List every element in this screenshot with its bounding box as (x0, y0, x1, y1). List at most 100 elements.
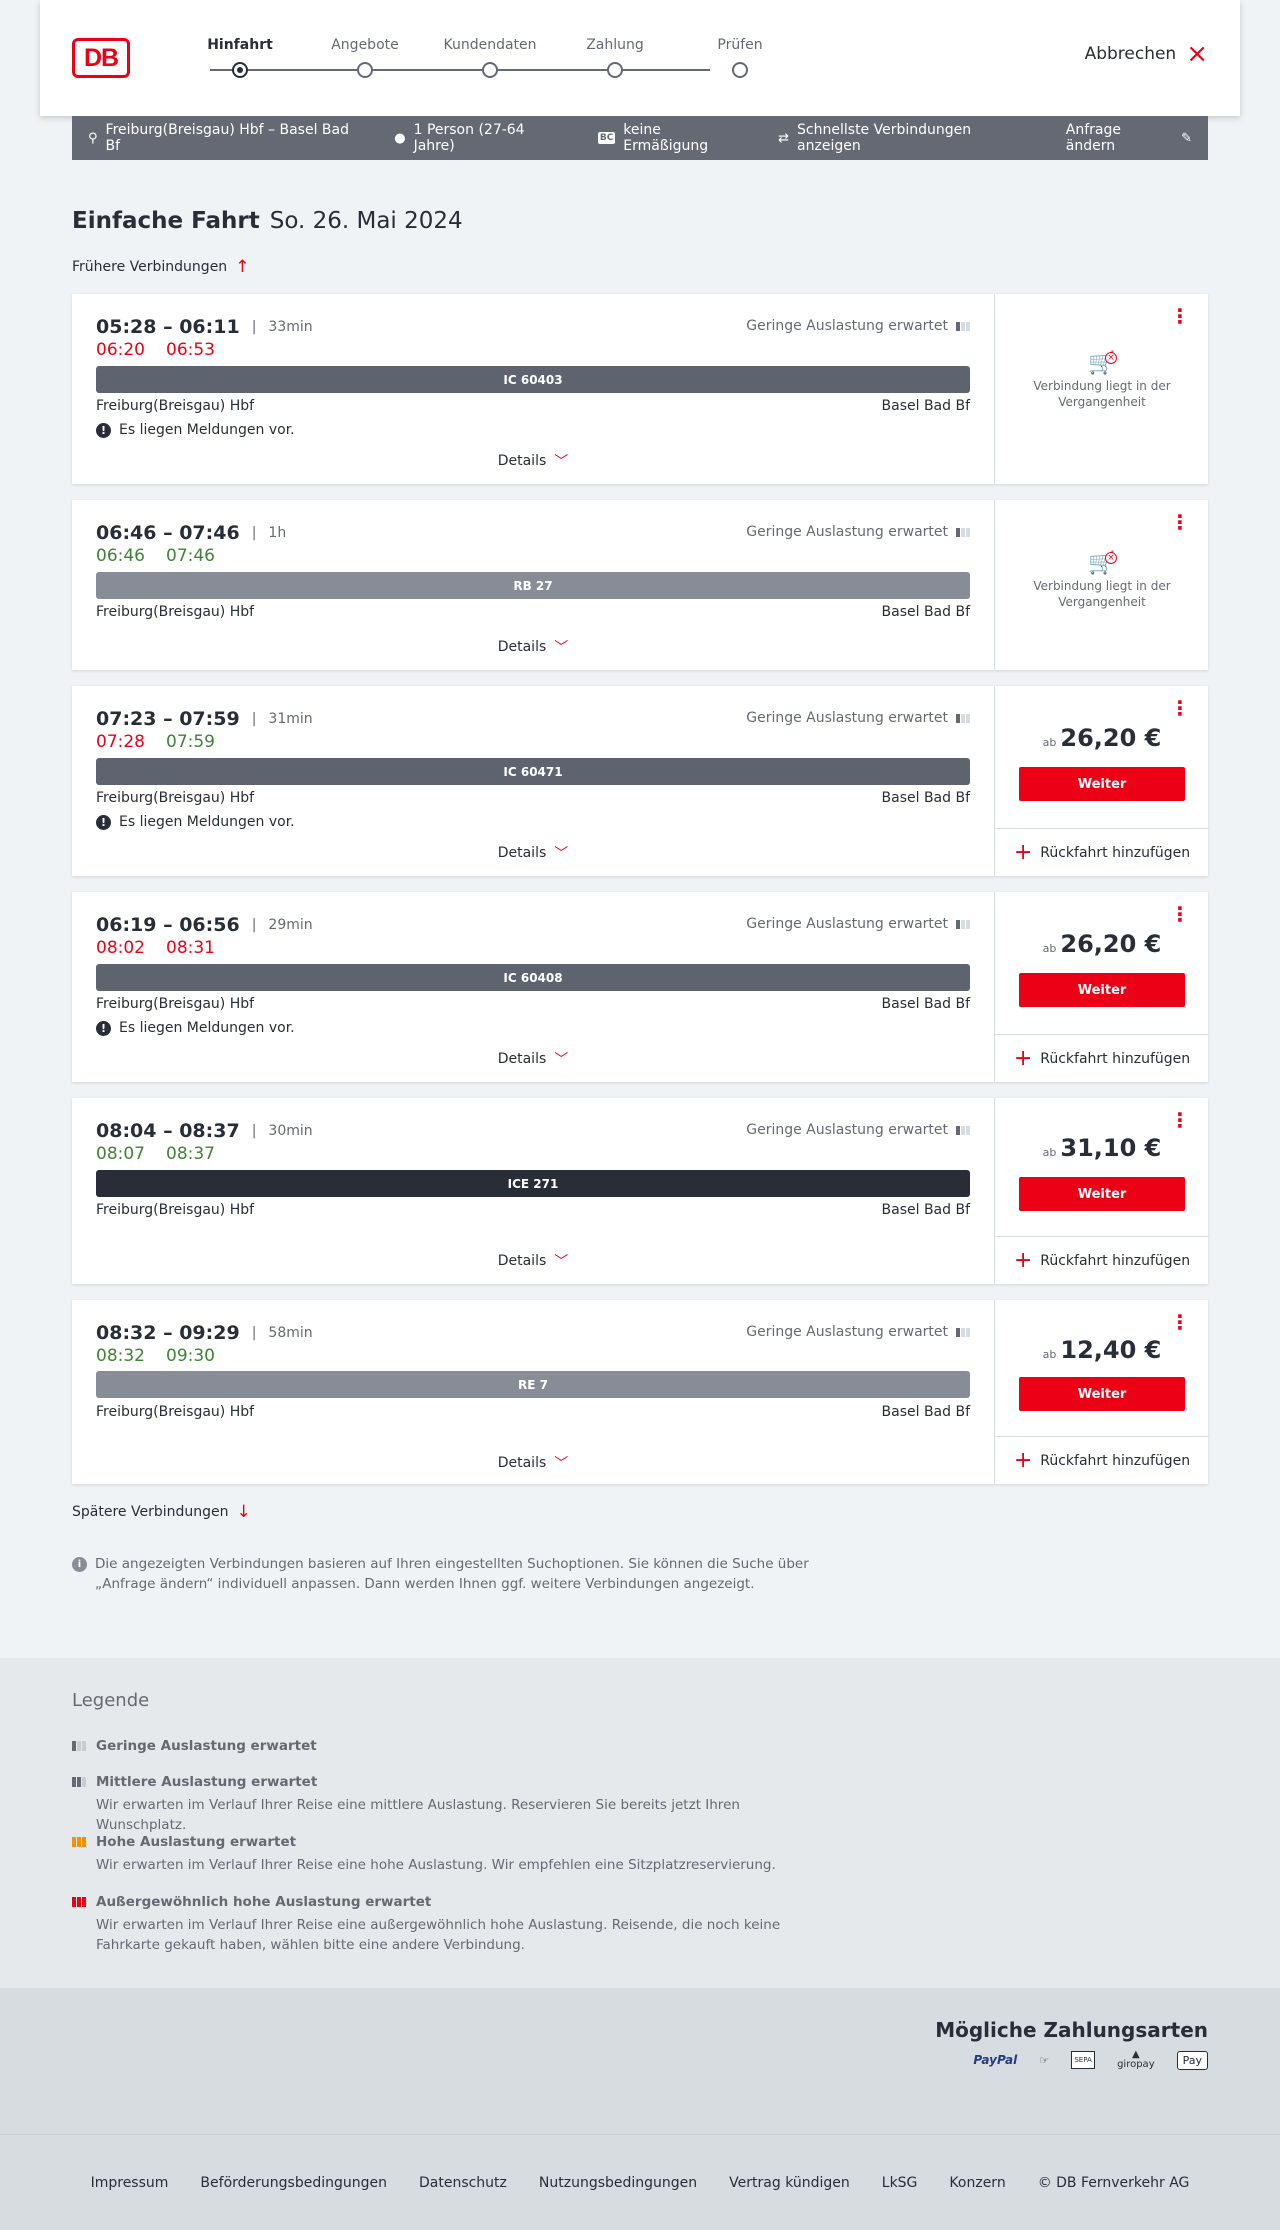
occupancy-high-icon (72, 1837, 88, 1847)
duration: 29min (268, 917, 313, 933)
price-prefix: ab (1042, 942, 1057, 955)
realtime-times: 08:07 08:37 (96, 1144, 236, 1164)
details-toggle[interactable]: Details ﹀ (72, 1453, 994, 1473)
more-options-icon[interactable]: ⋮ (1170, 1312, 1190, 1332)
train-bar[interactable]: IC 60471 (96, 758, 970, 785)
realtime-departure: 06:20 (96, 340, 145, 360)
legend-item-title: Mittlere Auslastung erwartet (96, 1774, 318, 1790)
cart-unavailable-icon: 🛒 × (1088, 351, 1117, 376)
realtime-times: 07:28 07:59 (96, 732, 236, 752)
add-return-trip-button[interactable]: + Rückfahrt hinzufügen (995, 1436, 1209, 1484)
stations: Freiburg(Breisgau) Hbf Basel Bad Bf (96, 996, 970, 1012)
price-prefix: ab (1042, 1348, 1057, 1361)
details-label: Details (497, 845, 547, 861)
continue-button[interactable]: Weiter (1019, 767, 1185, 801)
paypal-icon: PayPal (973, 2053, 1018, 2067)
add-return-trip-button[interactable]: + Rückfahrt hinzufügen (995, 828, 1209, 876)
realtime-arrival: 07:59 (166, 732, 215, 752)
train-bar[interactable]: RE 7 (96, 1371, 970, 1398)
occupancy-low-icon (956, 1327, 970, 1337)
occupancy-text: Geringe Auslastung erwartet (746, 710, 948, 726)
change-request-button[interactable]: Anfrage ändern ✎ (1066, 122, 1192, 154)
separator: | (251, 525, 257, 541)
occupancy-low-icon (956, 713, 970, 723)
footer-link-nutzungsbedingungen[interactable]: Nutzungsbedingungen (539, 2175, 697, 2191)
more-options-icon[interactable]: ⋮ (1170, 1110, 1190, 1130)
earlier-connections-link[interactable]: Frühere Verbindungen ↑ (72, 257, 249, 277)
payment-methods-title: Mögliche Zahlungsarten (935, 2018, 1208, 2042)
offer-panel: ⋮ 🛒 × Verbindung liegt in der Vergangenhe… (994, 294, 1208, 484)
scheduled-times: 08:04 – 08:37 (96, 1120, 240, 1142)
past-connection-text: Verbindung liegt in der Vergangenheit (1033, 379, 1171, 409)
giropay-icon: ▲ giropay (1117, 2049, 1155, 2070)
summary-passengers-text: 1 Person (27-64 Jahre) (413, 122, 525, 154)
more-options-icon[interactable]: ⋮ (1170, 698, 1190, 718)
realtime-departure: 08:32 (96, 1346, 145, 1366)
train-bar[interactable]: ICE 271 (96, 1170, 970, 1197)
more-options-icon[interactable]: ⋮ (1170, 512, 1190, 532)
occupancy-low-icon (956, 527, 970, 537)
scheduled-times: 08:32 – 09:29 (96, 1322, 240, 1344)
booking-stepper: Hinfahrt Angebote Kundendaten Zahlung Pr… (180, 34, 763, 84)
past-connection-notice: 🛒 × Verbindung liegt in der Vergangenheit (995, 351, 1209, 410)
step-zahlung: Zahlung (555, 34, 675, 78)
later-connections-link[interactable]: Spätere Verbindungen ↓ (72, 1502, 251, 1522)
details-toggle[interactable]: Details ﹀ (72, 637, 994, 657)
origin-station: Freiburg(Breisgau) Hbf (96, 604, 255, 620)
occupancy-info: Geringe Auslastung erwartet (746, 1122, 970, 1138)
add-return-trip-button[interactable]: + Rückfahrt hinzufügen (995, 1236, 1209, 1284)
continue-button[interactable]: Weiter (1019, 1377, 1185, 1411)
more-options-icon[interactable]: ⋮ (1170, 904, 1190, 924)
footer-link-impressum[interactable]: Impressum (91, 2175, 169, 2191)
train-bar[interactable]: IC 60408 (96, 964, 970, 991)
chevron-down-icon: ﹀ (554, 1456, 569, 1472)
time-row: 05:28 – 06:11 | 33min (96, 316, 313, 338)
occupancy-text: Geringe Auslastung erwartet (746, 318, 948, 334)
cancel-button[interactable]: Abbrechen × (1085, 41, 1208, 67)
connection-info: 07:23 – 07:59 | 31min 07:28 07:59 Geringe… (72, 686, 994, 876)
realtime-departure: 06:46 (96, 546, 145, 566)
continue-button[interactable]: Weiter (1019, 973, 1185, 1007)
footer-link-datenschutz[interactable]: Datenschutz (419, 2175, 507, 2191)
realtime-arrival: 08:31 (166, 938, 215, 958)
details-toggle[interactable]: Details ﹀ (72, 1049, 994, 1069)
stations: Freiburg(Breisgau) Hbf Basel Bad Bf (96, 1404, 970, 1420)
separator: | (251, 917, 257, 933)
stations: Freiburg(Breisgau) Hbf Basel Bad Bf (96, 398, 970, 414)
realtime-times: 08:32 09:30 (96, 1346, 236, 1366)
db-logo[interactable]: DB (72, 38, 130, 78)
occupancy-low-icon (956, 919, 970, 929)
occupancy-text: Geringe Auslastung erwartet (746, 1122, 948, 1138)
trip-date: So. 26. Mai 2024 (269, 208, 463, 234)
footer-link-lksg[interactable]: LkSG (882, 2175, 918, 2191)
legend-item-title: Außergewöhnlich hohe Auslastung erwartet (96, 1894, 432, 1910)
time-row: 06:19 – 06:56 | 29min (96, 914, 313, 936)
footer-link-vertrag-kuendigen[interactable]: Vertrag kündigen (729, 2175, 850, 2191)
footer-link-konzern[interactable]: Konzern (949, 2175, 1005, 2191)
cart-unavailable-icon: 🛒 × (1088, 551, 1117, 576)
past-connection-text: Verbindung liegt in der Vergangenheit (1033, 579, 1171, 609)
separator: | (251, 319, 257, 335)
train-bar[interactable]: RB 27 (96, 572, 970, 599)
train-bar[interactable]: IC 60403 (96, 366, 970, 393)
more-options-icon[interactable]: ⋮ (1170, 306, 1190, 326)
details-toggle[interactable]: Details ﹀ (72, 1251, 994, 1271)
details-toggle[interactable]: Details ﹀ (72, 451, 994, 471)
realtime-times: 06:20 06:53 (96, 340, 236, 360)
step-dot (357, 62, 373, 78)
footer-link-befoerderungsbedingungen[interactable]: Beförderungsbedingungen (200, 2175, 387, 2191)
price: ab 31,10 € (995, 1134, 1209, 1162)
step-hinfahrt[interactable]: Hinfahrt (180, 34, 300, 78)
add-return-label: Rückfahrt hinzufügen (1040, 844, 1191, 861)
step-label: Angebote (331, 37, 399, 53)
price: ab 26,20 € (995, 930, 1209, 958)
details-toggle[interactable]: Details ﹀ (72, 843, 994, 863)
add-return-trip-button[interactable]: + Rückfahrt hinzufügen (995, 1034, 1209, 1082)
exclamation-icon: ! (96, 422, 111, 438)
step-pruefen: Prüfen (680, 34, 800, 78)
legend-item-text: Wir erwarten im Verlauf Ihrer Reise eine… (96, 1857, 776, 1873)
step-label: Kundendaten (443, 37, 537, 53)
continue-button[interactable]: Weiter (1019, 1177, 1185, 1211)
summary-option-text: Schnellste Verbindungen anzeigen (797, 122, 972, 154)
separator: | (251, 711, 257, 727)
